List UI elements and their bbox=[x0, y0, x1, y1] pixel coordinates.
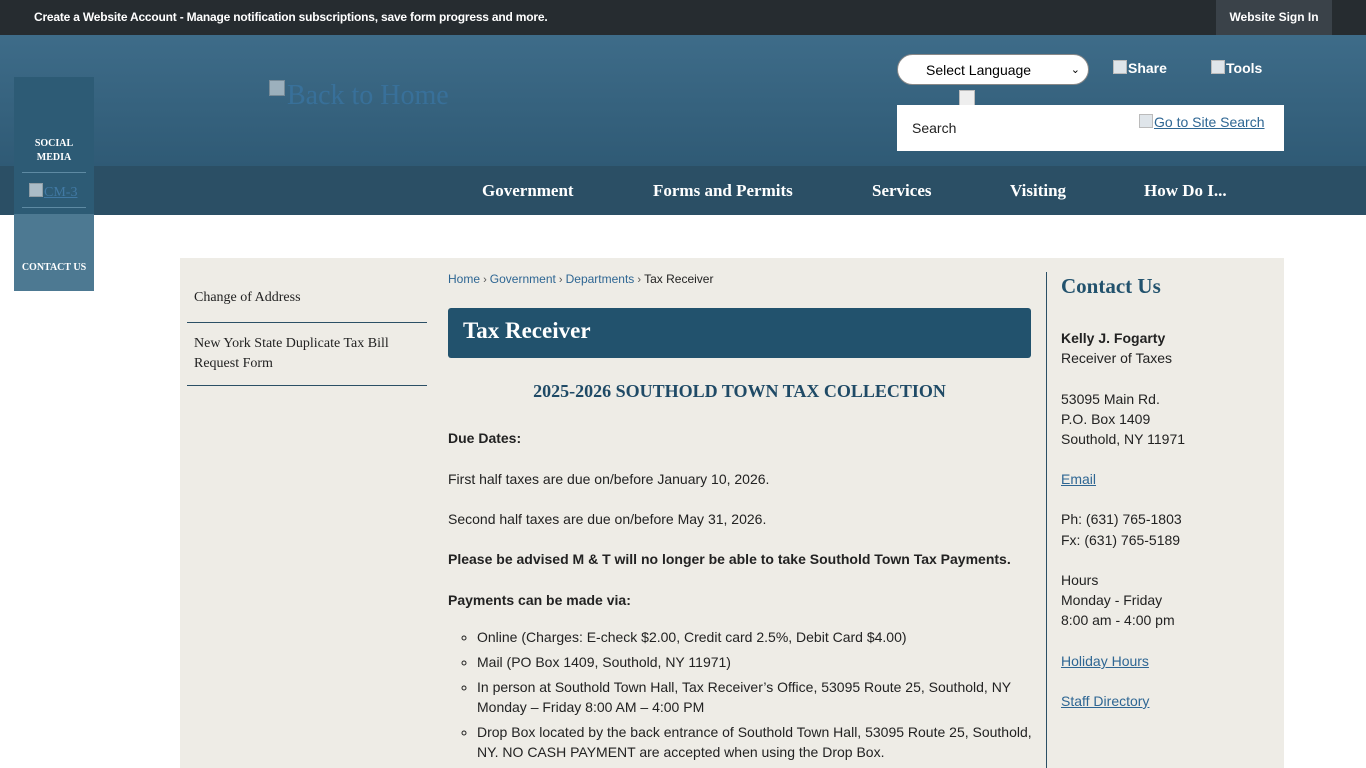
contact-role: Receiver of Taxes bbox=[1061, 350, 1173, 366]
site-search: Search Go to Site Search bbox=[897, 105, 1284, 151]
breadcrumb-separator: › bbox=[555, 274, 566, 286]
broken-image-icon bbox=[269, 80, 285, 96]
email-link[interactable]: Email bbox=[1061, 469, 1096, 489]
second-half-due: Second half taxes are due on/before May … bbox=[448, 511, 767, 527]
hours-label: Hours bbox=[1061, 572, 1099, 588]
contact-fax: Fx: (631) 765-5189 bbox=[1061, 532, 1181, 548]
social-media-panel: SOCIAL MEDIA CM-3 CONTACT US bbox=[14, 77, 94, 291]
payment-methods-list: Online (Charges: E-check $2.00, Credit c… bbox=[448, 627, 1037, 767]
main-nav: Government Forms and Permits Services Vi… bbox=[0, 166, 1366, 215]
divider bbox=[22, 207, 86, 208]
tools-label: Tools bbox=[1226, 60, 1263, 76]
tools-button[interactable]: Tools bbox=[1211, 60, 1262, 76]
list-item: In person at Southold Town Hall, Tax Rec… bbox=[477, 677, 1037, 717]
share-label: Share bbox=[1128, 60, 1167, 76]
hours-time: 8:00 am - 4:00 pm bbox=[1061, 612, 1175, 628]
language-select-value: Select Language bbox=[926, 62, 1032, 78]
content-area: Change of Address New York State Duplica… bbox=[180, 258, 1284, 768]
nav-item-forms-and-permits[interactable]: Forms and Permits bbox=[653, 181, 793, 201]
breadcrumb-government[interactable]: Government bbox=[490, 272, 556, 286]
nav-item-services[interactable]: Services bbox=[872, 181, 931, 201]
holiday-hours-link[interactable]: Holiday Hours bbox=[1061, 651, 1149, 671]
search-decoration-icon bbox=[959, 90, 975, 106]
contact-address-line1: 53095 Main Rd. bbox=[1061, 391, 1160, 407]
social-label-line2: MEDIA bbox=[36, 152, 72, 163]
search-submit-label: Go to Site Search bbox=[1154, 114, 1265, 130]
breadcrumb-separator: › bbox=[480, 274, 490, 286]
breadcrumb-separator: › bbox=[634, 274, 645, 286]
list-item: Mail (PO Box 1409, Southold, NY 11971) bbox=[477, 652, 1037, 672]
website-sign-in-button[interactable]: Website Sign In bbox=[1216, 0, 1332, 35]
first-half-due: First half taxes are due on/before Janua… bbox=[448, 471, 770, 487]
contact-address-line2: P.O. Box 1409 bbox=[1061, 411, 1151, 427]
list-item: Online (Charges: E-check $2.00, Credit c… bbox=[477, 627, 1037, 647]
search-input[interactable]: Search bbox=[912, 120, 956, 136]
mt-advisory: Please be advised M & T will no longer b… bbox=[448, 551, 1011, 567]
page-title: Tax Receiver bbox=[463, 318, 591, 343]
hours-days: Monday - Friday bbox=[1061, 592, 1163, 608]
share-icon bbox=[1113, 60, 1127, 74]
share-button[interactable]: Share bbox=[1113, 60, 1167, 76]
side-nav-duplicate-tax-bill[interactable]: New York State Duplicate Tax Bill Reques… bbox=[187, 323, 427, 386]
column-divider bbox=[1046, 272, 1047, 768]
social-media-label[interactable]: SOCIAL MEDIA bbox=[14, 137, 94, 165]
home-logo-link[interactable]: Back to Home bbox=[269, 80, 449, 112]
breadcrumb-current: Tax Receiver bbox=[644, 272, 714, 286]
chevron-down-icon: ⌄ bbox=[1070, 64, 1080, 76]
nav-item-visiting[interactable]: Visiting bbox=[1010, 181, 1066, 201]
main-article: Home › Government › Departments › Tax Re… bbox=[448, 272, 1032, 760]
search-icon bbox=[1139, 114, 1153, 128]
tools-icon bbox=[1211, 60, 1225, 74]
top-bar: Create a Website Account - Manage notifi… bbox=[0, 0, 1366, 35]
contact-sidebar: Contact Us Kelly J. Fogarty Receiver of … bbox=[1061, 274, 1281, 709]
contact-us-label: CONTACT US bbox=[21, 262, 87, 273]
payments-heading: Payments can be made via: bbox=[448, 592, 631, 608]
page-title-bar: Tax Receiver bbox=[448, 308, 1031, 358]
nav-item-government[interactable]: Government bbox=[482, 181, 574, 201]
article-subheading: 2025-2026 SOUTHOLD TOWN TAX COLLECTION bbox=[533, 381, 946, 401]
cm-3-alt-text: CM-3 bbox=[44, 185, 78, 200]
contact-us-button[interactable]: CONTACT US bbox=[14, 214, 94, 291]
contact-heading: Contact Us bbox=[1061, 274, 1161, 298]
side-nav-change-of-address[interactable]: Change of Address bbox=[187, 278, 427, 323]
breadcrumb-home[interactable]: Home bbox=[448, 272, 480, 286]
contact-phone: Ph: (631) 765-1803 bbox=[1061, 511, 1182, 527]
breadcrumb-departments[interactable]: Departments bbox=[566, 272, 635, 286]
create-account-link[interactable]: Create a Website Account - Manage notifi… bbox=[34, 10, 548, 24]
contact-name: Kelly J. Fogarty bbox=[1061, 330, 1166, 346]
side-nav: Change of Address New York State Duplica… bbox=[187, 278, 427, 386]
divider bbox=[22, 172, 86, 173]
list-item: Drop Box located by the back entrance of… bbox=[477, 722, 1037, 762]
nav-item-how-do-i[interactable]: How Do I... bbox=[1144, 181, 1227, 201]
logo-alt-text: Back to Home bbox=[287, 80, 449, 111]
broken-image-icon bbox=[29, 183, 43, 197]
social-label-line1: SOCIAL bbox=[34, 138, 74, 149]
contact-address-line3: Southold, NY 11971 bbox=[1061, 431, 1186, 447]
language-select[interactable]: Select Language ⌄ bbox=[897, 54, 1089, 85]
staff-directory-link[interactable]: Staff Directory bbox=[1061, 691, 1149, 711]
cm-3-link[interactable]: CM-3 bbox=[29, 183, 77, 201]
search-submit-button[interactable]: Go to Site Search bbox=[1139, 114, 1265, 130]
breadcrumb: Home › Government › Departments › Tax Re… bbox=[448, 272, 1031, 286]
due-dates-heading: Due Dates: bbox=[448, 430, 522, 446]
